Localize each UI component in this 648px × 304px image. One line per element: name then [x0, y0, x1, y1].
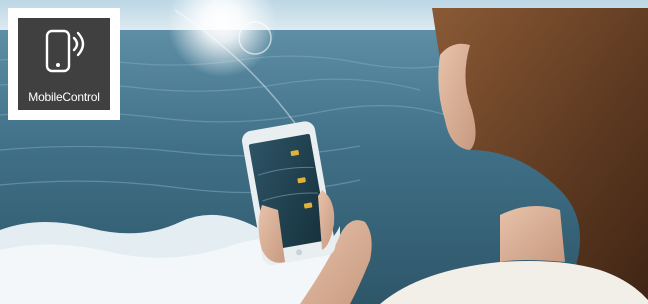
mobile-control-badge: MobileControl [18, 18, 110, 110]
badge-label: MobileControl [28, 90, 100, 104]
badge-frame: MobileControl [8, 8, 120, 120]
smartphone-wireless-icon [45, 29, 85, 73]
